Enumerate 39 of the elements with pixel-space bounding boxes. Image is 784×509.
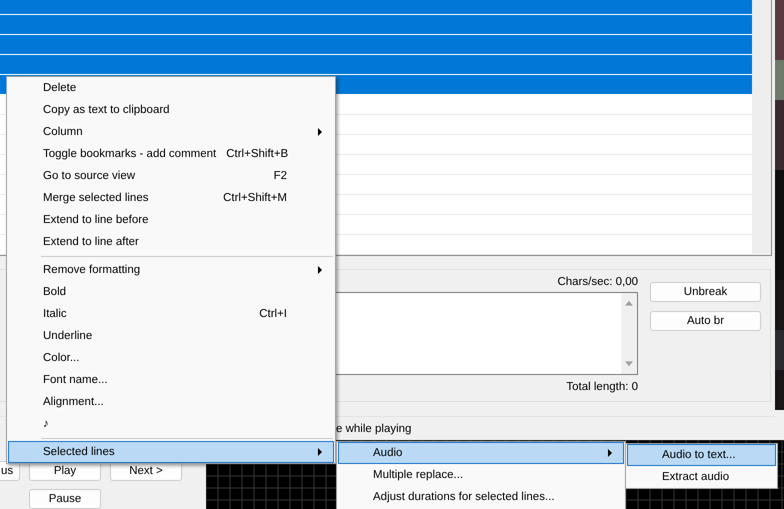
menu-item[interactable]: Font name... xyxy=(8,369,334,391)
menu-item[interactable]: Audio xyxy=(338,442,624,464)
chars-per-sec-label: Chars/sec: 0,00 xyxy=(557,275,638,290)
menu-item[interactable]: Alignment... xyxy=(8,391,334,413)
playback-button[interactable]: us xyxy=(0,461,20,481)
menu-item[interactable]: Delete xyxy=(8,77,334,99)
menu-item[interactable]: Extend to line before xyxy=(8,209,334,231)
list-row[interactable] xyxy=(0,35,752,55)
menu-item[interactable]: Remove formatting xyxy=(8,259,334,281)
menu-item[interactable]: Toggle bookmarks - add comment Ctrl+Shift+B xyxy=(8,143,334,165)
list-row[interactable] xyxy=(0,55,752,75)
menu-item[interactable]: ♪ xyxy=(8,413,334,435)
submenu-arrow-icon xyxy=(317,448,323,456)
text-field[interactable] xyxy=(335,292,638,375)
menu-item[interactable]: Audio to text... xyxy=(627,444,776,466)
menu-item[interactable]: Underline xyxy=(8,325,334,347)
menu-item[interactable]: Merge selected lines Ctrl+Shift+M xyxy=(8,187,334,209)
list-row[interactable] xyxy=(0,0,752,15)
playback-button[interactable]: Pause xyxy=(29,489,101,509)
submenu-arrow-icon xyxy=(607,449,613,457)
scrollbar[interactable] xyxy=(621,293,637,374)
menu-item[interactable]: Column xyxy=(8,121,334,143)
menu-item[interactable]: Bold xyxy=(8,281,334,303)
menu-item[interactable]: Color... xyxy=(8,347,334,369)
menu-item[interactable]: Multiple replace... xyxy=(338,464,624,486)
menu-item[interactable]: Copy as text to clipboard xyxy=(8,99,334,121)
menu-item[interactable]: Selected lines xyxy=(8,441,334,463)
menu-item[interactable]: Go to source view F2 xyxy=(8,165,334,187)
menu-item[interactable]: Italic Ctrl+I xyxy=(8,303,334,325)
menu-item[interactable]: Extract audio xyxy=(627,466,776,488)
edit-button[interactable]: Unbreak xyxy=(650,282,761,302)
list-row[interactable] xyxy=(0,15,752,35)
checkbox-label[interactable]: e while playing xyxy=(336,422,412,435)
menu-item[interactable]: Extend to line after xyxy=(8,231,334,253)
edit-button[interactable]: Auto br xyxy=(650,311,761,331)
submenu-arrow-icon xyxy=(317,128,323,136)
submenu-arrow-icon xyxy=(317,266,323,274)
total-length-label: Total length: 0 xyxy=(566,380,638,395)
menu-item[interactable]: Adjust durations for selected lines... xyxy=(338,486,624,508)
